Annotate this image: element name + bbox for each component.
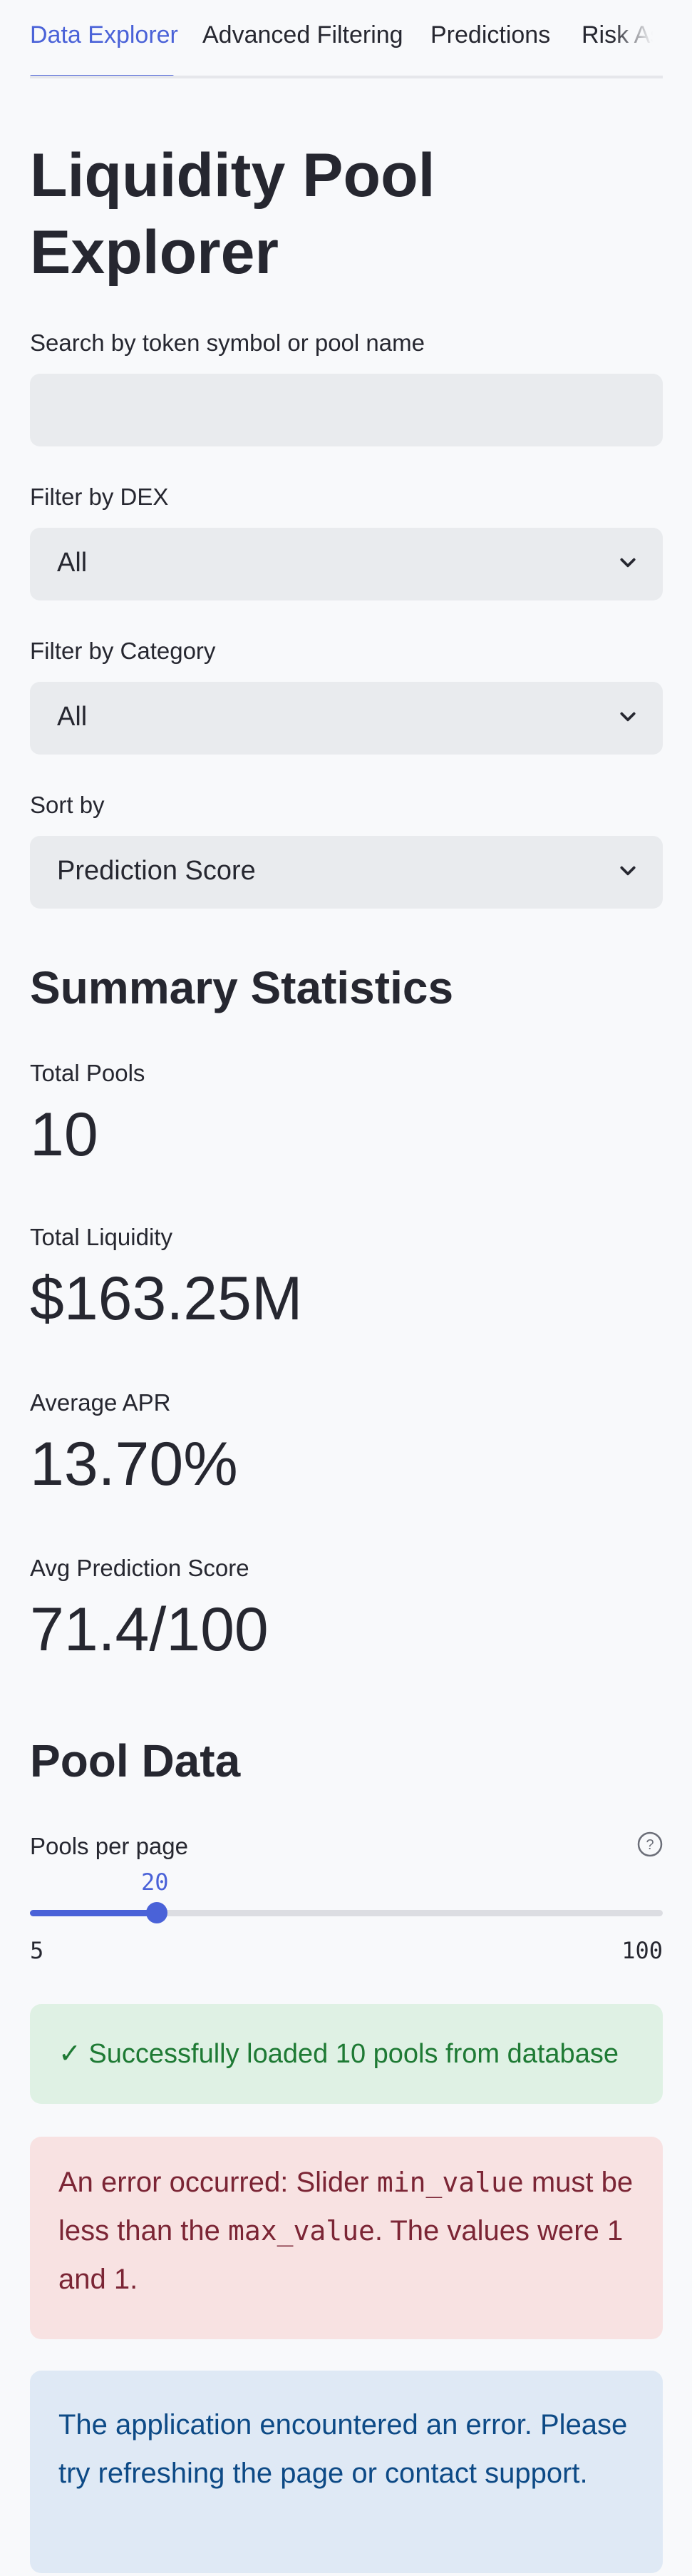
sort-select[interactable]: Prediction Score: [30, 836, 663, 909]
dex-filter-select[interactable]: All: [30, 528, 663, 600]
category-filter-value: All: [57, 702, 88, 732]
slider-track[interactable]: [30, 1902, 663, 1923]
main-content: Data Explorer Advanced Filtering Predict…: [30, 0, 663, 2573]
success-alert: ✓ Successfully loaded 10 pools from data…: [30, 2004, 663, 2104]
metric-label: Total Pools: [30, 1060, 145, 1086]
dex-filter-label: Filter by DEX: [30, 484, 169, 510]
metric-label: Avg Prediction Score: [30, 1555, 249, 1581]
active-tab-indicator: [30, 75, 174, 76]
chevron-down-icon: [620, 712, 636, 722]
slider-min-label: 5: [30, 1937, 44, 1964]
slider-label: Pools per page: [30, 1833, 188, 1859]
slider-max-label: 100: [621, 1937, 663, 1964]
tab-bar: Data Explorer Advanced Filtering Predict…: [30, 0, 663, 78]
error-text-part: An error occurred: Slider: [58, 2167, 377, 2198]
slider-fill: [30, 1910, 157, 1916]
tab-overflow-fade: [613, 0, 663, 71]
sort-value: Prediction Score: [57, 856, 256, 886]
error-code-max-value: max_value: [227, 2215, 375, 2247]
category-filter-select[interactable]: All: [30, 682, 663, 755]
metric-label: Average APR: [30, 1389, 171, 1416]
info-alert-text: The application encountered an error. Pl…: [58, 2409, 628, 2489]
metric-label: Total Liquidity: [30, 1224, 172, 1250]
error-code-min-value: min_value: [376, 2167, 524, 2198]
sort-label: Sort by: [30, 792, 105, 818]
chevron-down-icon: [620, 558, 636, 568]
success-alert-text: ✓ Successfully loaded 10 pools from data…: [58, 2039, 619, 2069]
info-alert: The application encountered an error. Pl…: [30, 2371, 663, 2573]
svg-text:?: ?: [646, 1837, 654, 1853]
metric-value: $163.25M: [30, 1264, 303, 1333]
search-input[interactable]: [30, 374, 663, 446]
category-filter-label: Filter by Category: [30, 638, 216, 664]
search-label: Search by token symbol or pool name: [30, 329, 425, 356]
metric-value: 10: [30, 1100, 98, 1169]
pools-per-page-slider[interactable]: 20 5 100: [30, 1869, 663, 1968]
pool-data-heading: Pool Data: [30, 1735, 241, 1787]
slider-thumb[interactable]: [146, 1902, 167, 1923]
error-alert: An error occurred: Slider min_value must…: [30, 2137, 663, 2339]
page-title: Liquidity Pool Explorer: [30, 141, 435, 287]
error-alert-text: An error occurred: Slider min_value must…: [58, 2158, 634, 2304]
tab-advanced-filtering[interactable]: Advanced Filtering: [202, 21, 403, 49]
slider-current-value: 20: [141, 1869, 169, 1896]
dex-filter-value: All: [57, 548, 88, 578]
help-icon[interactable]: ?: [637, 1831, 663, 1857]
metric-value: 71.4/100: [30, 1595, 269, 1664]
tab-data-explorer[interactable]: Data Explorer: [30, 21, 178, 49]
chevron-down-icon: [620, 866, 636, 876]
tab-predictions[interactable]: Predictions: [430, 21, 550, 49]
summary-heading: Summary Statistics: [30, 962, 454, 1013]
metric-value: 13.70%: [30, 1430, 238, 1498]
